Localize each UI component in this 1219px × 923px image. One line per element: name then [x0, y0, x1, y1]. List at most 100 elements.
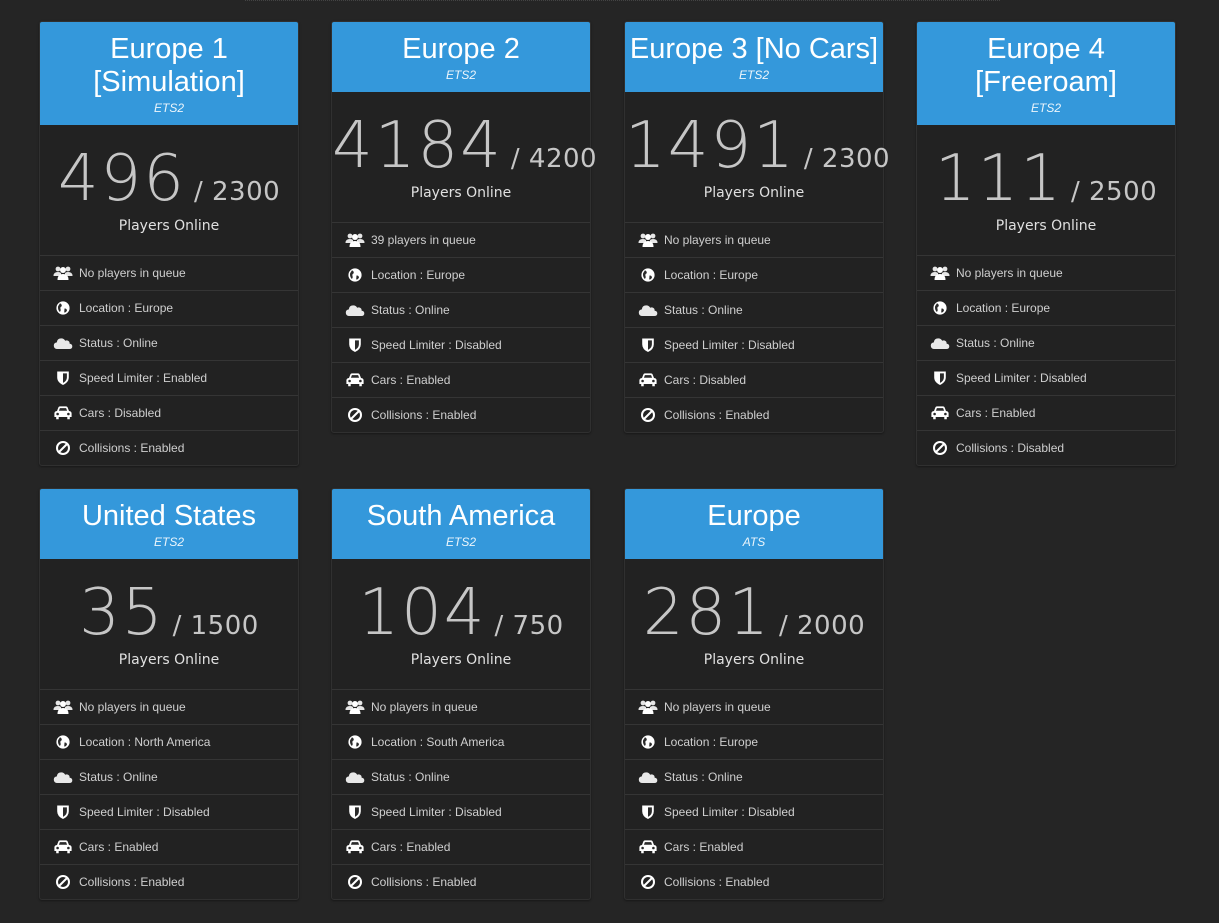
ban-icon	[638, 874, 658, 890]
location-row: Location : North America	[40, 724, 298, 759]
queue-text: No players in queue	[664, 233, 771, 247]
max-players: / 1500	[172, 611, 259, 641]
shield-icon	[930, 370, 950, 386]
cars-text: Cars : Enabled	[956, 406, 1036, 420]
cars-text: Cars : Disabled	[79, 406, 162, 420]
queue-text: 39 players in queue	[371, 233, 476, 247]
player-count: 111/ 2500 Players Online	[917, 125, 1175, 255]
server-card-europe-ats: Europe ATS 281/ 2000 Players Online No p…	[624, 488, 884, 900]
collisions-text: Collisions : Enabled	[79, 875, 185, 889]
cloud-icon	[345, 769, 365, 785]
cars-text: Cars : Disabled	[664, 373, 747, 387]
cars-row: Cars : Disabled	[625, 362, 883, 397]
globe-icon	[345, 267, 365, 283]
players-online-label: Players Online	[118, 652, 220, 668]
player-count: 496/ 2300 Players Online	[40, 125, 298, 255]
cars-row: Cars : Enabled	[332, 362, 590, 397]
cars-row: Cars : Enabled	[40, 829, 298, 864]
max-players: / 2500	[1070, 177, 1158, 207]
shield-icon	[53, 804, 73, 820]
location-text: Location : Europe	[956, 301, 1051, 315]
users-icon	[53, 699, 73, 715]
ban-icon	[53, 874, 73, 890]
location-row: Location : Europe	[625, 257, 883, 292]
queue-row: No players in queue	[625, 689, 883, 724]
status-row: Status : Online	[332, 292, 590, 327]
status-text: Status : Online	[664, 770, 743, 784]
globe-icon	[638, 734, 658, 750]
queue-row: No players in queue	[40, 255, 298, 290]
location-text: Location : North America	[79, 735, 211, 749]
cars-text: Cars : Enabled	[371, 373, 451, 387]
speed-limiter-row: Speed Limiter : Enabled	[40, 360, 298, 395]
location-text: Location : Europe	[371, 268, 466, 282]
globe-icon	[930, 300, 950, 316]
collisions-text: Collisions : Enabled	[79, 441, 185, 455]
cars-row: Cars : Enabled	[332, 829, 590, 864]
collisions-row: Collisions : Enabled	[625, 864, 883, 899]
players-online-count: 111	[934, 142, 1063, 216]
players-online-label: Players Online	[995, 218, 1097, 234]
globe-icon	[345, 734, 365, 750]
status-row: Status : Online	[625, 292, 883, 327]
collisions-row: Collisions : Enabled	[625, 397, 883, 432]
queue-row: 39 players in queue	[332, 222, 590, 257]
collisions-row: Collisions : Enabled	[40, 430, 298, 465]
location-text: Location : South America	[371, 735, 505, 749]
ban-icon	[345, 874, 365, 890]
speed-limiter-row: Speed Limiter : Disabled	[332, 794, 590, 829]
server-header: Europe 4 [Freeroam] ETS2	[917, 22, 1175, 125]
speed-limiter-text: Speed Limiter : Disabled	[371, 338, 502, 352]
game-label: ETS2	[445, 68, 476, 82]
collisions-text: Collisions : Enabled	[664, 875, 770, 889]
cars-text: Cars : Enabled	[664, 840, 744, 854]
player-count: 35/ 1500 Players Online	[40, 559, 298, 689]
max-players: / 2300	[193, 177, 281, 207]
server-card-united-states: United States ETS2 35/ 1500 Players Onli…	[39, 488, 299, 900]
status-text: Status : Online	[956, 336, 1035, 350]
cars-row: Cars : Enabled	[625, 829, 883, 864]
speed-limiter-text: Speed Limiter : Enabled	[79, 371, 208, 385]
server-header: Europe ATS	[625, 489, 883, 559]
cars-text: Cars : Enabled	[371, 840, 451, 854]
collisions-row: Collisions : Enabled	[332, 864, 590, 899]
car-icon	[930, 405, 950, 421]
status-row: Status : Online	[625, 759, 883, 794]
shield-icon	[638, 337, 658, 353]
collisions-row: Collisions : Enabled	[332, 397, 590, 432]
status-text: Status : Online	[79, 770, 158, 784]
queue-row: No players in queue	[625, 222, 883, 257]
collisions-text: Collisions : Enabled	[664, 408, 770, 422]
car-icon	[53, 405, 73, 421]
ban-icon	[930, 440, 950, 456]
game-label: ETS2	[445, 535, 476, 549]
players-online-count: 1491	[625, 109, 796, 183]
speed-limiter-text: Speed Limiter : Disabled	[79, 805, 210, 819]
server-header: Europe 1 [Simulation] ETS2	[40, 22, 298, 125]
status-text: Status : Online	[371, 303, 450, 317]
car-icon	[345, 372, 365, 388]
server-header: South America ETS2	[332, 489, 590, 559]
collisions-text: Collisions : Enabled	[371, 875, 477, 889]
server-card-europe-3: Europe 3 [No Cars] ETS2 1491/ 2300 Playe…	[624, 21, 890, 433]
speed-limiter-text: Speed Limiter : Disabled	[664, 338, 795, 352]
car-icon	[638, 372, 658, 388]
players-online-count: 35	[79, 576, 165, 650]
shield-icon	[638, 804, 658, 820]
status-row: Status : Online	[40, 325, 298, 360]
player-count: 104/ 750 Players Online	[332, 559, 590, 689]
collisions-text: Collisions : Disabled	[956, 441, 1065, 455]
queue-row: No players in queue	[917, 255, 1175, 290]
speed-limiter-row: Speed Limiter : Disabled	[917, 360, 1175, 395]
users-icon	[638, 232, 658, 248]
speed-limiter-row: Speed Limiter : Disabled	[40, 794, 298, 829]
status-row: Status : Online	[917, 325, 1175, 360]
car-icon	[345, 839, 365, 855]
game-label: ATS	[742, 535, 766, 549]
player-count: 1491/ 2300 Players Online	[625, 92, 890, 222]
status-text: Status : Online	[371, 770, 450, 784]
users-icon	[345, 699, 365, 715]
players-online-count: 104	[358, 576, 487, 650]
location-text: Location : Europe	[79, 301, 174, 315]
location-row: Location : Europe	[625, 724, 883, 759]
